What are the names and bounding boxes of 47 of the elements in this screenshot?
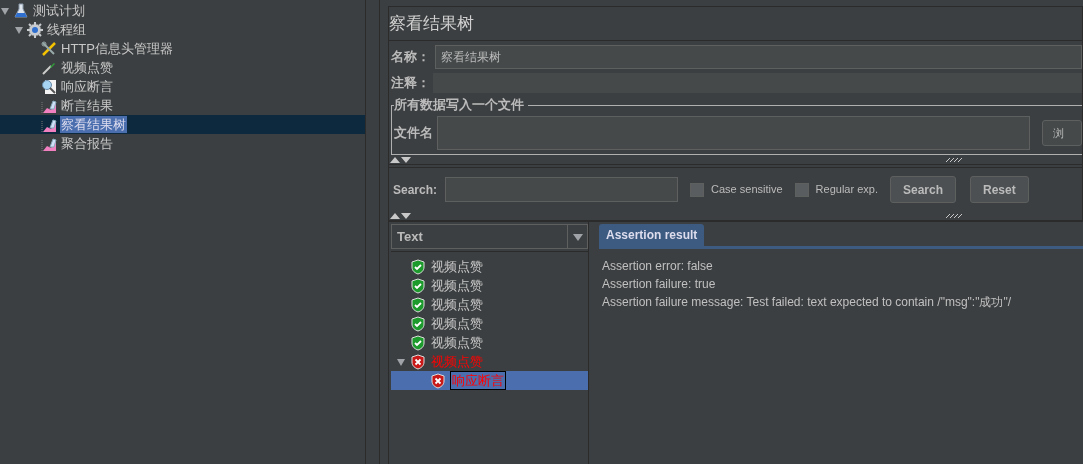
field-label: 注释： xyxy=(391,74,431,93)
grip-icon xyxy=(946,213,962,218)
tree-item[interactable]: 响应断言 xyxy=(60,78,114,95)
tree-item[interactable]: 察看结果树 xyxy=(60,116,127,133)
tree-item[interactable]: 线程组 xyxy=(46,21,87,38)
search-field[interactable] xyxy=(445,177,679,202)
group-title: 所有数据写入一个文件 xyxy=(394,97,528,113)
result-item[interactable]: 视频点赞 xyxy=(430,296,484,313)
field-label: 名称： xyxy=(391,48,431,67)
tree-item[interactable]: HTTP信息头管理器 xyxy=(60,40,174,57)
tools-icon xyxy=(41,40,57,57)
flask-icon xyxy=(13,2,29,19)
magnifier-icon xyxy=(41,78,57,95)
assertion-text: Assertion failure message: Test failed: text expected to contain /"msg":"成功"/ xyxy=(602,294,1012,310)
assertion-text: Assertion failure: true xyxy=(602,276,717,292)
splitter-arrows-icon xyxy=(389,211,411,220)
file-name-field[interactable] xyxy=(437,116,1030,150)
tree-item[interactable]: 聚合报告 xyxy=(60,135,114,152)
result-item[interactable]: 视频点赞 xyxy=(430,315,484,332)
panel-title: 察看结果树 xyxy=(389,7,1082,41)
result-item[interactable]: 视频点赞 xyxy=(430,334,484,351)
result-item[interactable]: 视频点赞 xyxy=(430,258,484,275)
tree-item[interactable]: 断言结果 xyxy=(60,97,114,114)
tree-item[interactable]: 视频点赞 xyxy=(60,59,114,76)
chart-icon xyxy=(41,97,57,114)
field-label: 文件名 xyxy=(394,124,433,143)
grip-icon xyxy=(946,157,962,162)
splitter-arrows-icon xyxy=(389,155,411,164)
checkbox[interactable] xyxy=(690,182,705,197)
chart-icon xyxy=(41,116,57,133)
search-button[interactable]: Search xyxy=(889,176,956,203)
chart-icon xyxy=(41,135,57,152)
column-dropdown[interactable]: Text xyxy=(391,224,588,249)
tree-item[interactable]: 测试计划 xyxy=(32,2,86,19)
reset-button[interactable]: Reset xyxy=(970,176,1029,203)
browse-button[interactable]: 浏 xyxy=(1042,120,1082,146)
search-label: Search: xyxy=(393,181,438,199)
assertion-text: Assertion error: false xyxy=(602,258,714,274)
name-field[interactable]: 察看结果树 xyxy=(435,45,1082,69)
caret-icon xyxy=(572,232,583,241)
tab[interactable]: Assertion result xyxy=(599,224,705,246)
gear-icon xyxy=(27,21,43,38)
checkbox[interactable] xyxy=(794,182,809,197)
checkbox-label: Regular exp. xyxy=(815,182,878,198)
comment-field[interactable] xyxy=(433,73,1082,93)
result-item[interactable]: 视频点赞 xyxy=(430,277,484,294)
checkbox-label: Case sensitive xyxy=(711,182,783,198)
